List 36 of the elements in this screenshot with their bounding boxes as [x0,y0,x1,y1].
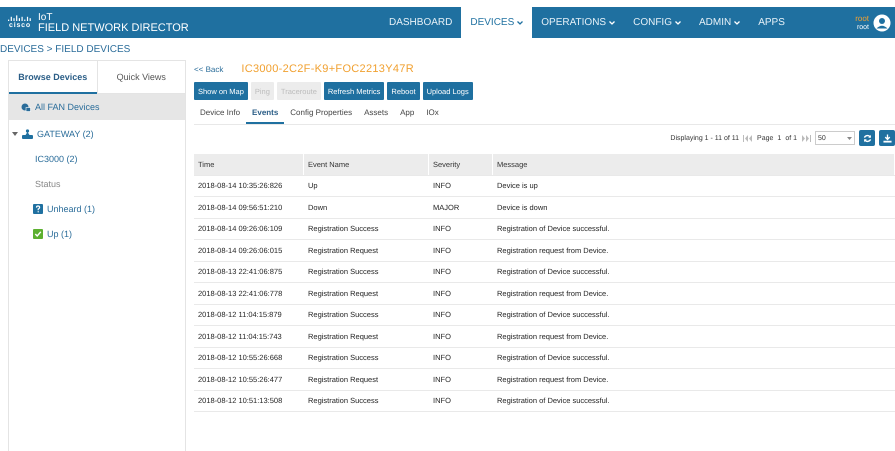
logo-icon [8,15,32,21]
question-icon [33,204,43,214]
user-name: root [855,14,869,22]
nav-tab[interactable]: DASHBOARD [380,7,462,38]
tree-item[interactable]: Unheard (1) [47,204,96,214]
device-title: IC3000-2C2F-K9+FOC2213Y47R [241,63,414,75]
caret-down-icon [847,136,852,140]
refresh-icon [862,134,872,142]
nav-tab[interactable]: ADMIN [690,7,750,38]
status-heading: Status [34,178,61,188]
gateway-icon [22,128,33,138]
tree-item[interactable]: Up (1) [47,228,72,238]
nav-tab[interactable]: APPS [749,7,794,38]
tab[interactable]: App [394,102,420,124]
refresh-button[interactable] [859,130,875,146]
back-link[interactable]: << Back [194,64,224,74]
nav-tab[interactable]: DEVICES [461,7,532,38]
brand-title: FIELD NETWORK DIRECTOR [38,22,189,34]
network-icon [21,102,31,112]
breadcrumb: DEVICES > FIELD DEVICES [0,43,132,57]
nav-tab[interactable]: CONFIG [624,7,690,38]
user-avatar-icon[interactable] [873,14,891,32]
tree-item[interactable]: GATEWAY (2) [37,128,94,138]
tab[interactable]: IOx [420,102,445,124]
tab[interactable]: Device Info [194,102,246,124]
nav-tab[interactable]: OPERATIONS [532,7,624,38]
download-button[interactable] [879,130,895,146]
sidebar-item[interactable]: All FAN Devices [9,94,185,120]
tab[interactable]: Events [246,102,284,124]
caret-down-icon[interactable] [12,130,18,136]
tab[interactable]: Assets [358,102,394,124]
download-icon [882,134,892,142]
tab[interactable]: Config Properties [284,102,358,124]
checkmark-icon [33,228,43,238]
brand-subtitle: IoT [38,12,54,22]
tree-item[interactable]: IC3000 (2) [33,154,78,164]
